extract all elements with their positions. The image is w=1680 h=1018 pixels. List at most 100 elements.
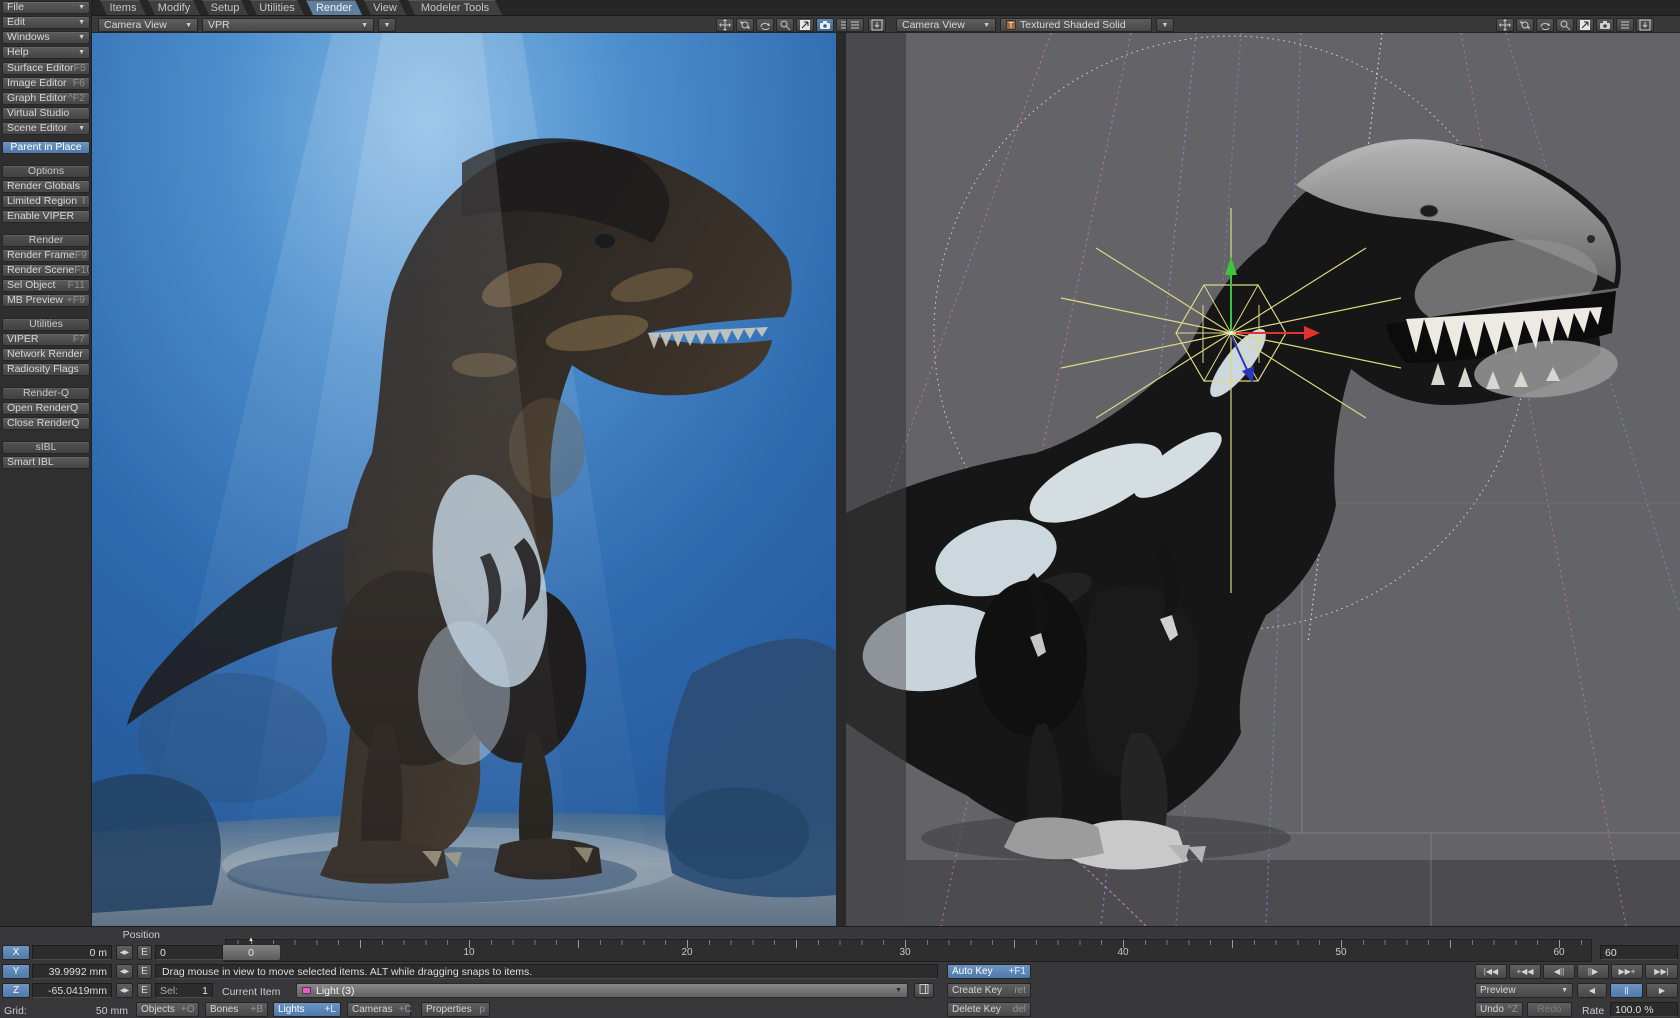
smart-ibl-button[interactable]: Smart IBL — [2, 456, 90, 469]
pause-button[interactable]: || — [1610, 983, 1643, 998]
x-stepper[interactable]: ◀▶ — [116, 945, 133, 960]
left-rotate-tool-button[interactable] — [736, 18, 754, 32]
render-scene-button[interactable]: Render SceneF10 — [2, 264, 90, 277]
menu-help[interactable]: Help▼ — [2, 46, 90, 59]
x-envelope-button[interactable]: E — [137, 945, 152, 960]
sel-object-button[interactable]: Sel ObjectF11 — [2, 279, 90, 292]
z-stepper[interactable]: ◀▶ — [116, 983, 133, 998]
image-editor-button[interactable]: Image EditorF6 — [2, 77, 90, 90]
tab-modeler-tools[interactable]: Modeler Tools — [408, 0, 502, 15]
right-export-button[interactable] — [1636, 18, 1654, 32]
tab-modify[interactable]: Modify — [148, 0, 200, 15]
timeline-knob[interactable]: 0 — [221, 944, 281, 961]
y-stepper[interactable]: ◀▶ — [116, 964, 133, 979]
undo-button[interactable]: Undo^Z — [1475, 1002, 1523, 1017]
left-viewport-render[interactable] — [92, 33, 836, 926]
tab-items[interactable]: Items — [100, 0, 146, 15]
status-bar: Drag mouse in view to move selected item… — [155, 964, 938, 979]
viper-button[interactable]: VIPERF7 — [2, 333, 90, 346]
go-to-last-frame-button[interactable]: ▶▶| — [1645, 964, 1678, 979]
parent-in-place-button[interactable]: Parent in Place — [2, 141, 90, 154]
rotate-icon — [739, 19, 751, 31]
tab-view[interactable]: View — [364, 0, 406, 15]
enable-viper-button[interactable]: Enable VIPER — [2, 210, 90, 223]
right-rotate-tool-button[interactable] — [1516, 18, 1534, 32]
right-camera-select-button[interactable] — [1596, 18, 1614, 32]
left-maximize-viewport-button[interactable] — [796, 18, 814, 32]
tab-setup[interactable]: Setup — [202, 0, 248, 15]
create-key-button[interactable]: Create Keyret — [947, 983, 1031, 998]
right-view-mode-dropdown[interactable]: Camera View▼ — [896, 18, 996, 32]
tab-render[interactable]: Render — [306, 0, 362, 15]
surface-editor-button[interactable]: Surface EditorF5 — [2, 62, 90, 75]
render-frame-button[interactable]: Render FrameF9 — [2, 249, 90, 262]
open-renderq-button[interactable]: Open RenderQ — [2, 402, 90, 415]
previous-key-button[interactable]: +◀◀ — [1509, 964, 1541, 979]
lights-mode-button[interactable]: Lights+L — [273, 1002, 341, 1017]
right-orbit-tool-button[interactable] — [1536, 18, 1554, 32]
right-shading-mode-dropdown[interactable]: T Textured Shaded Solid — [1000, 18, 1152, 32]
objects-mode-button[interactable]: Objects+O — [136, 1002, 199, 1017]
x-axis-button[interactable]: X — [2, 945, 30, 960]
radiosity-flags-button[interactable]: Radiosity Flags — [2, 363, 90, 376]
play-forward-button[interactable]: ▶ — [1646, 983, 1678, 998]
trex-eye — [1420, 205, 1438, 217]
bones-mode-button[interactable]: Bones+B — [205, 1002, 268, 1017]
left-camera-select-button[interactable] — [816, 18, 834, 32]
next-key-button[interactable]: ▶▶+ — [1611, 964, 1643, 979]
right-pan-tool-button[interactable] — [1496, 18, 1514, 32]
menu-edit[interactable]: Edit▼ — [2, 16, 90, 29]
next-frame-button[interactable]: ||▶ — [1577, 964, 1609, 979]
x-value-field[interactable]: 0 m — [32, 945, 112, 960]
current-frame-field[interactable]: 0 — [155, 945, 223, 960]
graph-editor-button[interactable]: Graph Editor^F2 — [2, 92, 90, 105]
chevron-down-icon: ▼ — [185, 22, 192, 29]
y-value-field[interactable]: 39.9992 mm — [32, 964, 112, 979]
right-viewport-render[interactable] — [846, 33, 1680, 926]
item-properties-panel-button[interactable] — [914, 983, 934, 998]
delete-key-button[interactable]: Delete Keydel — [947, 1002, 1031, 1017]
orbit-icon — [759, 19, 771, 31]
left-orbit-tool-button[interactable] — [756, 18, 774, 32]
left-view-mode-dropdown[interactable]: Camera View▼ — [98, 18, 198, 32]
virtual-studio-button[interactable]: Virtual Studio — [2, 107, 90, 120]
limited-region-button[interactable]: Limited Regionl — [2, 195, 90, 208]
scene-editor-button[interactable]: Scene Editor▼ — [2, 122, 90, 135]
right-zoom-tool-button[interactable] — [1556, 18, 1574, 32]
close-renderq-button[interactable]: Close RenderQ — [2, 417, 90, 430]
rate-field[interactable]: 100.0 % — [1610, 1002, 1678, 1017]
viewport-header-bar: Camera View▼ VPR▼ ▼ Camera View▼ T Textu… — [92, 16, 1680, 33]
network-render-button[interactable]: Network Render — [2, 348, 90, 361]
cameras-mode-button[interactable]: Cameras+C — [347, 1002, 411, 1017]
right-list-button[interactable] — [1616, 18, 1634, 32]
left-zoom-tool-button[interactable] — [776, 18, 794, 32]
current-item-dropdown[interactable]: Light (3) ▼ — [296, 983, 908, 998]
go-to-first-frame-button[interactable]: |◀◀ — [1475, 964, 1507, 979]
properties-button[interactable]: Propertiesp — [421, 1002, 490, 1017]
right-viewport-list-button[interactable] — [846, 18, 864, 32]
mb-preview-button[interactable]: MB Preview+F9 — [2, 294, 90, 307]
render-globals-button[interactable]: Render Globals — [2, 180, 90, 193]
play-reverse-button[interactable]: ◀ — [1577, 983, 1607, 998]
z-value-field[interactable]: -65.0419mm — [32, 983, 112, 998]
preview-dropdown[interactable]: Preview▼ — [1475, 983, 1573, 998]
z-envelope-button[interactable]: E — [137, 983, 152, 998]
y-envelope-button[interactable]: E — [137, 964, 152, 979]
z-axis-button[interactable]: Z — [2, 983, 30, 998]
previous-frame-button[interactable]: ◀|| — [1543, 964, 1575, 979]
redo-button[interactable]: Redo — [1527, 1002, 1572, 1017]
left-render-mode-dropdown[interactable]: VPR▼ — [202, 18, 374, 32]
right-viewport-menu-caret[interactable]: ▼ — [1156, 18, 1174, 32]
menu-windows[interactable]: Windows▼ — [2, 31, 90, 44]
right-maximize-viewport-button[interactable] — [1576, 18, 1594, 32]
left-pan-tool-button[interactable] — [716, 18, 734, 32]
left-viewport-menu-caret[interactable]: ▼ — [378, 18, 396, 32]
menu-file[interactable]: File▼ — [2, 1, 90, 14]
end-frame-field[interactable]: 60 — [1600, 945, 1678, 960]
viewport-divider[interactable] — [836, 33, 846, 926]
auto-key-button[interactable]: Auto Key+F1 — [947, 964, 1031, 979]
right-viewport-export-button[interactable] — [868, 18, 886, 32]
y-axis-button[interactable]: Y — [2, 964, 30, 979]
tab-utilities[interactable]: Utilities — [250, 0, 304, 15]
timeline-ruler[interactable]: 10 20 30 40 50 60 ▲ 0 — [225, 939, 1592, 962]
